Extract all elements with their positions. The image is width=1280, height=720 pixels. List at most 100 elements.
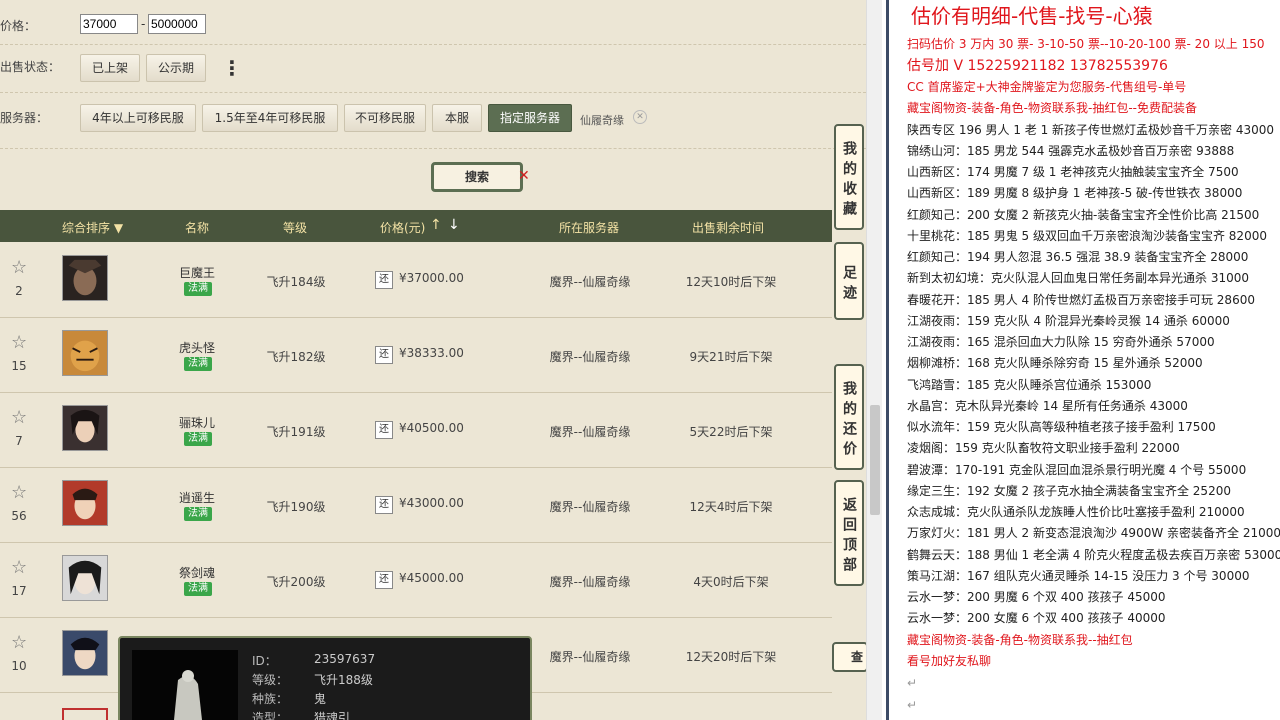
- name-header: 名称: [185, 221, 210, 235]
- status-badge: 法满: [184, 507, 212, 521]
- price-separator: -: [141, 17, 146, 31]
- character-price: ¥43000.00: [399, 496, 464, 510]
- tooltip-race-label: 种族：: [252, 692, 289, 706]
- table-row[interactable]: ☆ 2 巨魔王 法满 飞升184级 还 ¥37000.00 魔界--仙履奇缘 1…: [0, 243, 832, 318]
- bargain-icon[interactable]: 还: [375, 421, 393, 439]
- sort-down-icon[interactable]: ↓: [448, 217, 460, 233]
- favorite-count: 7: [15, 434, 23, 448]
- avatar[interactable]: [62, 708, 108, 720]
- empty-line-marker: ↵: [907, 698, 918, 712]
- server-specific-button[interactable]: 指定服务器: [488, 104, 572, 132]
- status-badge: 法满: [184, 582, 212, 596]
- server-no-migrate-button[interactable]: 不可移民服: [344, 104, 426, 132]
- note-line: 春暖花开：185 男人 4 阶传世燃灯孟极百万亲密接手可玩 28600: [907, 293, 1255, 307]
- favorite-star-icon[interactable]: ☆: [11, 257, 27, 278]
- note-line: 估号加 V 15225921182 13782553976: [907, 58, 1168, 74]
- character-level: 飞升191级: [266, 425, 326, 439]
- divider: [0, 92, 866, 93]
- note-line: 江湖夜雨：159 克火队 4 阶混异光秦岭灵猴 14 通杀 60000: [907, 314, 1230, 328]
- time-header: 出售剩余时间: [692, 221, 765, 235]
- status-listed-button[interactable]: 已上架: [80, 54, 140, 82]
- close-icon[interactable]: ✕: [518, 168, 530, 184]
- notes-document: 估价有明细-代售-找号-心猿 扫码估价 3 万内 30 票- 3-10-50 票…: [886, 0, 1280, 720]
- remaining-time: 9天21时后下架: [689, 350, 773, 364]
- note-line: 山西新区：174 男魔 7 级 1 老神孩克火抽触装宝宝齐全 7500: [907, 165, 1239, 179]
- price-label: 价格：: [0, 19, 37, 33]
- price-header[interactable]: 价格(元): [380, 219, 425, 236]
- server-local-button[interactable]: 本服: [432, 104, 482, 132]
- my-bargain-tab[interactable]: 我的还价: [834, 364, 864, 470]
- history-tab[interactable]: 足迹: [834, 242, 864, 320]
- price-max-input[interactable]: [148, 14, 206, 34]
- server-4yr-button[interactable]: 4年以上可移民服: [80, 104, 196, 132]
- sort-header[interactable]: 综合排序 ▼: [62, 219, 123, 236]
- search-button[interactable]: 搜索: [431, 162, 523, 192]
- status-badge: 法满: [184, 357, 212, 371]
- server-header: 所在服务器: [559, 221, 620, 235]
- server-1-5yr-button[interactable]: 1.5年至4年可移民服: [202, 104, 338, 132]
- note-line: 缘定三生：192 女魔 2 孩子克水抽全满装备宝宝齐全 25200: [907, 484, 1231, 498]
- avatar[interactable]: [62, 555, 108, 601]
- character-name[interactable]: 逍遥生: [164, 489, 230, 506]
- status-badge: 法满: [184, 432, 212, 446]
- character-level: 飞升200级: [266, 575, 326, 589]
- favorite-star-icon[interactable]: ☆: [11, 332, 27, 353]
- note-line: 藏宝阁物资-装备-角色-物资联系我--抽红包: [907, 633, 1133, 647]
- character-tooltip: ID： 23597637 等级： 飞升188级 种族： 鬼 造型： 猎魂引: [118, 636, 532, 720]
- avatar[interactable]: [62, 630, 108, 676]
- favorite-star-icon[interactable]: ☆: [11, 407, 27, 428]
- scrollbar[interactable]: [866, 0, 882, 720]
- bargain-icon[interactable]: 还: [375, 571, 393, 589]
- character-name[interactable]: 祭剑魂: [164, 564, 230, 581]
- table-row[interactable]: ☆ 56 逍遥生 法满 飞升190级 还 ¥43000.00 魔界--仙履奇缘 …: [0, 468, 832, 543]
- bargain-icon[interactable]: 还: [375, 346, 393, 364]
- character-name[interactable]: 巨魔王: [164, 264, 230, 281]
- character-server: 魔界--仙履奇缘: [549, 575, 631, 589]
- note-line: 云水一梦：200 男魔 6 个双 400 孩孩子 45000: [907, 590, 1166, 604]
- character-price: ¥38333.00: [399, 346, 464, 360]
- note-line: 红颜知己：200 女魔 2 新孩克火抽-装备宝宝齐全性价比高 21500: [907, 208, 1260, 222]
- note-line: 陕西专区 196 男人 1 老 1 新孩子传世燃灯孟极妙音千万亲密 43000: [907, 123, 1275, 137]
- table-row[interactable]: ☆ 7 骊珠儿 法满 飞升191级 还 ¥40500.00 魔界--仙履奇缘 5…: [0, 393, 832, 468]
- character-name[interactable]: 骊珠儿: [164, 414, 230, 431]
- remaining-time: 12天10时后下架: [685, 275, 777, 289]
- bargain-icon[interactable]: 还: [375, 496, 393, 514]
- sort-up-icon[interactable]: ↑: [430, 217, 442, 233]
- note-line: 扫码估价 3 万内 30 票- 3-10-50 票--10-20-100 票- …: [907, 37, 1265, 51]
- bargain-icon[interactable]: 还: [375, 271, 393, 289]
- trading-panel: 价格： - 出售状态： 已上架 公示期 ⋮ 服务器： 4年以上可移民服 1.5年…: [0, 0, 866, 720]
- table-header: 综合排序 ▼ 名称 等级 价格(元) ↑ ↓ 所在服务器 出售剩余时间: [0, 210, 832, 242]
- note-line: 看号加好友私聊: [907, 654, 992, 668]
- status-preview-button[interactable]: 公示期: [146, 54, 206, 82]
- notes-title: 估价有明细-代售-找号-心猿: [911, 4, 1153, 28]
- table-row[interactable]: ☆ 17 祭剑魂 法满 飞升200级 还 ¥45000.00 魔界--仙履奇缘 …: [0, 543, 832, 618]
- note-line: 烟柳滩桥：168 克火队睡杀除穷奇 15 星外通杀 52000: [907, 356, 1203, 370]
- table-row[interactable]: ☆ 15 虎头怪 法满 飞升182级 还 ¥38333.00 魔界--仙履奇缘 …: [0, 318, 832, 393]
- avatar[interactable]: [62, 480, 108, 526]
- character-name[interactable]: 虎头怪: [164, 339, 230, 356]
- tooltip-id-label: ID：: [252, 654, 277, 668]
- note-line: 山西新区：189 男魔 8 级护身 1 老神孩-5 破-传世铁衣 38000: [907, 186, 1243, 200]
- favorite-star-icon[interactable]: ☆: [11, 632, 27, 653]
- more-options-icon[interactable]: ⋮: [222, 56, 242, 80]
- remaining-time: 5天22时后下架: [689, 425, 773, 439]
- remaining-time: 4天0时后下架: [693, 575, 769, 589]
- favorite-star-icon[interactable]: ☆: [11, 482, 27, 503]
- favorites-tab[interactable]: 我的收藏: [834, 124, 864, 230]
- scroll-thumb[interactable]: [870, 405, 880, 515]
- view-button[interactable]: 查: [832, 642, 866, 672]
- remaining-time: 12天20时后下架: [685, 650, 777, 664]
- avatar[interactable]: [62, 405, 108, 451]
- price-min-input[interactable]: [80, 14, 138, 34]
- character-level: 飞升190级: [266, 500, 326, 514]
- tooltip-race: 鬼: [314, 692, 327, 706]
- note-line: 策马江湖：167 组队克火通灵睡杀 14-15 没压力 3 个号 30000: [907, 569, 1250, 583]
- favorite-star-icon[interactable]: ☆: [11, 557, 27, 578]
- favorite-count: 10: [11, 659, 27, 673]
- avatar[interactable]: [62, 255, 108, 301]
- avatar[interactable]: [62, 330, 108, 376]
- back-to-top-tab[interactable]: 返回顶部: [834, 480, 864, 586]
- note-line: 万家灯火：181 男人 2 新变态混浪淘沙 4900W 亲密装备齐全 21000…: [907, 526, 1280, 540]
- divider: [0, 148, 866, 149]
- remove-chip-icon[interactable]: ✕: [633, 110, 647, 124]
